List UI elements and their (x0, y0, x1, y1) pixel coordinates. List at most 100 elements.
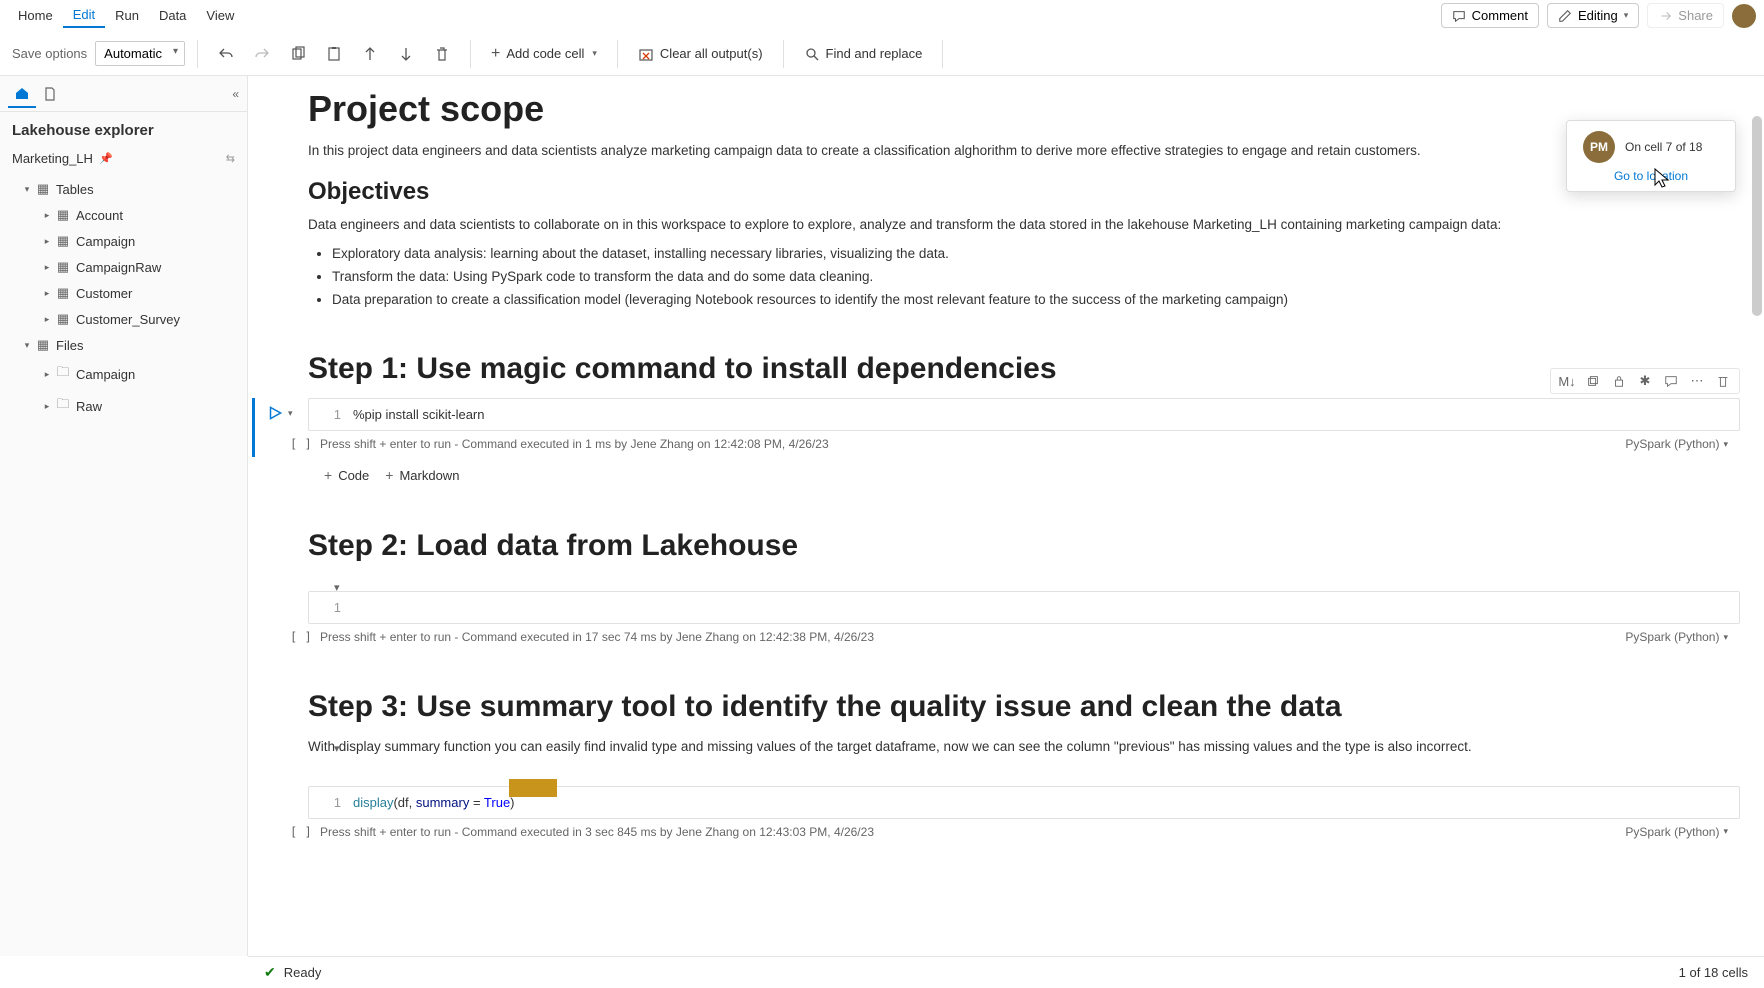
add-markdown-button[interactable]: +Markdown (385, 467, 459, 483)
tree-label: Tables (56, 182, 94, 197)
copy-icon (290, 46, 306, 62)
share-button[interactable]: Share (1647, 3, 1724, 28)
cell-comment-button[interactable] (1663, 373, 1679, 389)
undo-button[interactable] (210, 38, 242, 70)
redo-button[interactable] (246, 38, 278, 70)
chevron-down-icon: ▾ (1723, 826, 1728, 837)
status-ready-icon: ✔ (264, 964, 276, 981)
code-editor[interactable]: 1 %pip install scikit-learn (308, 398, 1740, 431)
cell-markdown-button[interactable]: M↓ (1559, 373, 1575, 389)
tree-file-item[interactable]: ▸🗀Campaign (0, 358, 247, 390)
chevron-right-icon: ▸ (40, 236, 54, 247)
clear-output-label: Clear all output(s) (660, 46, 763, 61)
add-code-label: Code (338, 468, 369, 483)
cell-freeze-button[interactable]: ✱ (1637, 373, 1653, 389)
tree-files[interactable]: ▾ ▦ Files (0, 332, 247, 358)
table-icon: ▦ (54, 311, 72, 327)
chevron-down-icon: ▾ (1723, 439, 1728, 450)
lakehouse-name[interactable]: Marketing_LH (12, 151, 93, 166)
copy-icon (1586, 374, 1600, 388)
cell-toolbar: M↓ ✱ ⋯ (1550, 368, 1740, 394)
cell-lock-button[interactable] (1611, 373, 1627, 389)
collapse-toggle[interactable]: ▾ (334, 742, 340, 755)
file-icon (42, 86, 58, 102)
delete-button[interactable] (426, 38, 458, 70)
tree-file-item[interactable]: ▸🗀Raw (0, 390, 247, 422)
table-icon: ▦ (54, 207, 72, 223)
paste-button[interactable] (318, 38, 350, 70)
folder-icon: 🗀 (54, 363, 72, 385)
heading-step2: Step 2: Load data from Lakehouse (308, 529, 1740, 563)
cell-exec-info: Command executed in 3 sec 845 ms by Jene… (462, 825, 874, 839)
tree-table-item[interactable]: ▸▦CampaignRaw (0, 254, 247, 280)
code-text: display(df, summary = True) (353, 795, 515, 810)
refresh-icon[interactable]: ⇆ (226, 152, 235, 165)
code-editor[interactable]: 1display(df, summary = True) (308, 786, 1740, 819)
clear-output-button[interactable]: Clear all output(s) (630, 42, 771, 66)
menu-edit[interactable]: Edit (63, 3, 105, 28)
sidebar-tab-lakehouse[interactable] (8, 80, 36, 108)
menu-data[interactable]: Data (149, 4, 196, 27)
status-cells: 1 of 18 cells (1679, 965, 1748, 980)
user-avatar-small[interactable] (1732, 4, 1756, 28)
heading-step1: Step 1: Use magic command to install dep… (308, 352, 1740, 386)
add-code-cell-button[interactable]: + Add code cell ▾ (483, 41, 605, 67)
cell-separator: - (451, 437, 462, 451)
scrollbar[interactable] (1750, 76, 1764, 956)
redo-icon (254, 46, 270, 62)
cell-delete-button[interactable] (1715, 373, 1731, 389)
save-options-dropdown[interactable]: Automatic (95, 41, 185, 66)
chevron-right-icon: ▸ (40, 369, 54, 380)
move-down-button[interactable] (390, 38, 422, 70)
divider (470, 40, 471, 68)
go-to-location-link[interactable]: Go to location (1583, 169, 1719, 183)
menu-home[interactable]: Home (8, 4, 63, 27)
line-number: 1 (321, 407, 341, 422)
move-up-button[interactable] (354, 38, 386, 70)
intro-text: In this project data engineers and data … (308, 140, 1740, 162)
scrollbar-thumb[interactable] (1752, 116, 1762, 316)
tree-table-item[interactable]: ▸▦Customer_Survey (0, 306, 247, 332)
code-text: %pip install scikit-learn (353, 407, 485, 422)
run-cell-button[interactable] (266, 404, 284, 422)
menu-run[interactable]: Run (105, 4, 149, 27)
tree-table-item[interactable]: ▸▦Account (0, 202, 247, 228)
chevron-right-icon: ▸ (40, 288, 54, 299)
run-dropdown[interactable]: ▾ (288, 408, 293, 419)
find-replace-label: Find and replace (826, 46, 923, 61)
copy-button[interactable] (282, 38, 314, 70)
sidebar-tab-files[interactable] (36, 80, 64, 108)
cell-more-button[interactable]: ⋯ (1689, 373, 1705, 389)
presence-avatar[interactable]: PM (1583, 131, 1615, 163)
add-code-label: Add code cell (506, 46, 584, 61)
trash-icon (1716, 374, 1730, 388)
search-icon (804, 46, 820, 62)
divider (783, 40, 784, 68)
kernel-name[interactable]: PySpark (Python) (1625, 437, 1719, 451)
menu-view[interactable]: View (196, 4, 244, 27)
folder-icon: ▦ (34, 181, 52, 197)
add-code-button[interactable]: +Code (324, 467, 369, 483)
pin-icon[interactable]: 📌 (99, 152, 113, 165)
cell-copy-button[interactable] (1585, 373, 1601, 389)
kernel-name[interactable]: PySpark (Python) (1625, 630, 1719, 644)
sidebar-collapse-button[interactable]: « (232, 87, 239, 101)
objectives-text: Data engineers and data scientists to co… (308, 214, 1740, 236)
cell-hint: Press shift + enter to run (320, 630, 451, 644)
code-editor[interactable]: 1 (308, 591, 1740, 624)
find-replace-button[interactable]: Find and replace (796, 42, 931, 66)
divider (197, 40, 198, 68)
cell-exec-info: Command executed in 1 ms by Jene Zhang o… (462, 437, 829, 451)
cell-hint: Press shift + enter to run (320, 437, 451, 451)
table-icon: ▦ (54, 233, 72, 249)
step3-text: With display summary function you can ea… (308, 736, 1740, 758)
comment-button[interactable]: Comment (1441, 3, 1539, 28)
kernel-name[interactable]: PySpark (Python) (1625, 825, 1719, 839)
tree-table-item[interactable]: ▸▦Campaign (0, 228, 247, 254)
editing-button[interactable]: Editing ▾ (1547, 3, 1639, 28)
lock-icon (1612, 374, 1626, 388)
lakehouse-icon (14, 85, 30, 101)
tree-table-item[interactable]: ▸▦Customer (0, 280, 247, 306)
presence-popup: PM On cell 7 of 18 Go to location (1566, 120, 1736, 192)
tree-tables[interactable]: ▾ ▦ Tables (0, 176, 247, 202)
